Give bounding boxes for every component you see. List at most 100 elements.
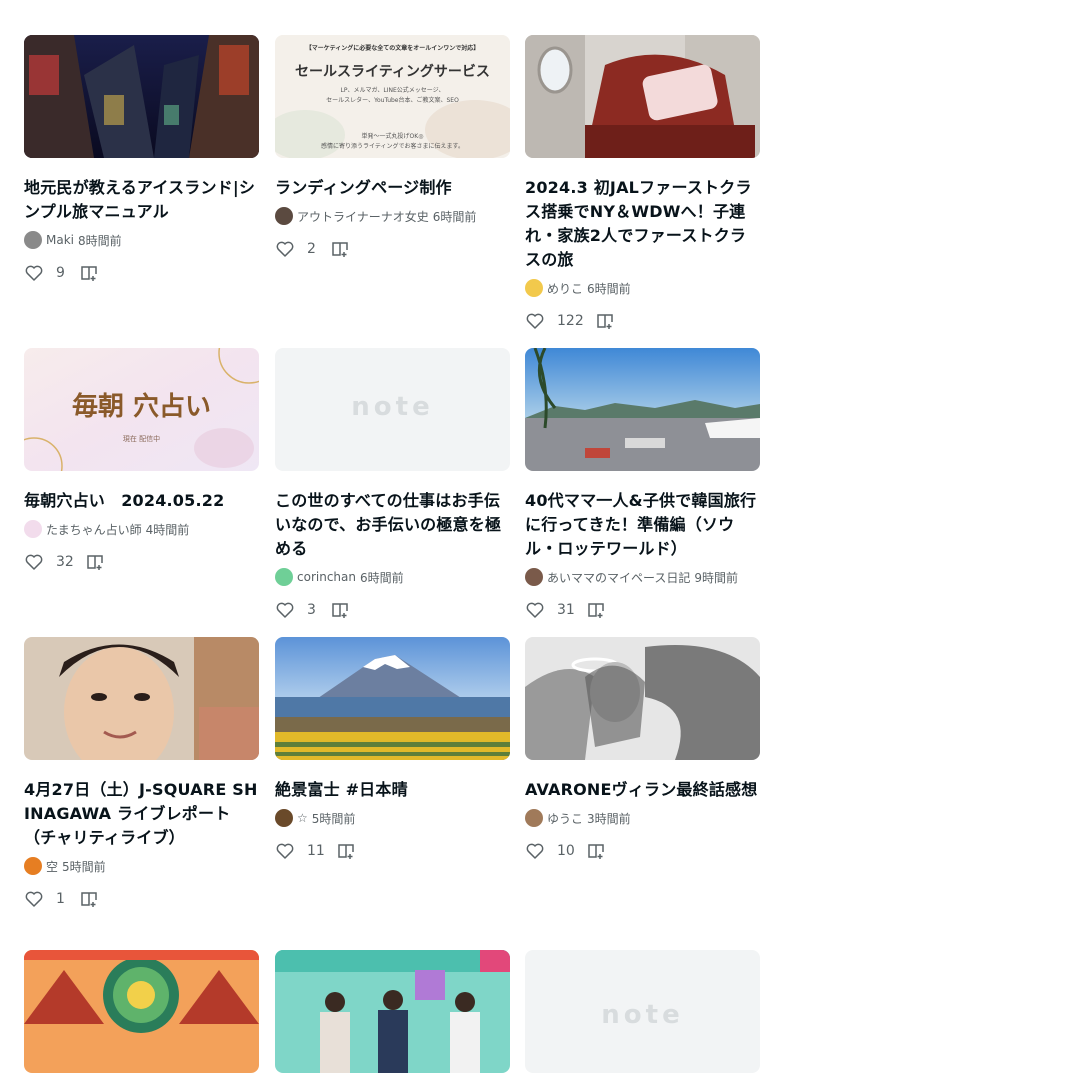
magazine-add-icon[interactable] <box>80 889 100 909</box>
article-title[interactable]: 2024.3 初JALファーストクラス搭乗でNY＆WDWへ！子連れ・家族2人でフ… <box>525 176 760 272</box>
author-name[interactable]: 空 <box>46 858 58 875</box>
magazine-add-icon[interactable] <box>86 552 106 572</box>
author-name[interactable]: アウトライナーナオ女史 <box>297 208 429 225</box>
magazine-add-icon[interactable] <box>587 841 607 861</box>
avatar[interactable] <box>275 207 293 225</box>
airplane-seat-image <box>525 35 760 158</box>
article-thumbnail[interactable]: note <box>275 348 510 471</box>
article-title[interactable]: AVARONEヴィラン最終話感想 <box>525 778 760 802</box>
article-title[interactable]: 毎朝穴占い 2024.05.22 <box>24 489 259 513</box>
article-thumbnail[interactable] <box>525 637 760 760</box>
article-card[interactable]: 毎朝 穴占い 現在 配信中 毎朝穴占い 2024.05.22 たまちゃん占い師 … <box>24 348 259 572</box>
article-card[interactable]: 40代ママ一人&子供で韓国旅行に行ってきた！準備編（ソウル・ロッテワールド） あ… <box>525 348 760 620</box>
avatar[interactable] <box>275 809 293 827</box>
article-thumbnail[interactable]: 【マーケティングに必要な全ての文章をオールインワンで対応】 セールスライティング… <box>275 35 510 158</box>
article-thumbnail[interactable] <box>275 637 510 760</box>
article-author[interactable]: めりこ 6時間前 <box>525 279 760 297</box>
like-count: 31 <box>557 602 575 618</box>
monochrome-illustration-image <box>525 637 760 760</box>
like-count: 2 <box>307 241 316 257</box>
heart-icon[interactable] <box>525 311 545 331</box>
portrait-image <box>24 637 259 760</box>
magazine-add-icon[interactable] <box>337 841 357 861</box>
article-actions: 9 <box>24 263 259 283</box>
article-thumbnail[interactable]: 毎朝 穴占い 現在 配信中 <box>24 348 259 471</box>
article-thumbnail[interactable] <box>24 950 259 1073</box>
article-card[interactable]: 地元民が教えるアイスランド|シンプル旅マニュアル Maki 8時間前 9 <box>24 35 259 283</box>
avatar[interactable] <box>24 520 42 538</box>
post-time: 5時間前 <box>62 859 106 874</box>
avatar[interactable] <box>24 231 42 249</box>
magazine-add-icon[interactable] <box>587 600 607 620</box>
author-name[interactable]: Maki <box>46 233 74 247</box>
article-actions: 122 <box>525 311 760 331</box>
author-name[interactable]: あいママのマイペース日記 <box>547 569 690 586</box>
like-count: 9 <box>56 265 65 281</box>
heart-icon[interactable] <box>24 263 44 283</box>
magazine-add-icon[interactable] <box>331 600 351 620</box>
article-author[interactable]: 空 5時間前 <box>24 857 259 875</box>
article-author[interactable]: corinchan 6時間前 <box>275 568 510 586</box>
article-card[interactable]: 2024.3 初JALファーストクラス搭乗でNY＆WDWへ！子連れ・家族2人でフ… <box>525 35 760 331</box>
author-name[interactable]: たまちゃん占い師 <box>46 521 142 538</box>
article-author[interactable]: たまちゃん占い師 4時間前 <box>24 520 259 538</box>
author-name[interactable]: corinchan <box>297 570 356 584</box>
heart-icon[interactable] <box>275 600 295 620</box>
article-card[interactable] <box>24 950 259 1073</box>
magazine-add-icon[interactable] <box>331 239 351 259</box>
article-actions: 1 <box>24 889 259 909</box>
heart-icon[interactable] <box>525 600 545 620</box>
article-thumbnail[interactable] <box>525 35 760 158</box>
article-card[interactable]: 【マーケティングに必要な全ての文章をオールインワンで対応】 セールスライティング… <box>275 35 510 259</box>
article-title[interactable]: この世のすべての仕事はお手伝いなので、お手伝いの極意を極める <box>275 489 510 561</box>
article-author[interactable]: ☆ 5時間前 <box>275 809 510 827</box>
airport-image <box>525 348 760 471</box>
heart-icon[interactable] <box>525 841 545 861</box>
like-count: 10 <box>557 843 575 859</box>
avatar[interactable] <box>275 568 293 586</box>
article-thumbnail[interactable] <box>525 348 760 471</box>
article-author[interactable]: あいママのマイペース日記 9時間前 <box>525 568 760 586</box>
article-title[interactable]: 4月27日（土）J-SQUARE SHINAGAWA ライブレポート（チャリティ… <box>24 778 259 850</box>
author-name[interactable]: ☆ <box>297 811 308 825</box>
like-count: 3 <box>307 602 316 618</box>
article-thumbnail[interactable] <box>24 35 259 158</box>
author-name[interactable]: めりこ <box>547 280 583 297</box>
thumbnail-tagline: 【マーケティングに必要な全ての文章をオールインワンで対応】 <box>305 45 480 52</box>
magazine-add-icon[interactable] <box>596 311 616 331</box>
author-name[interactable]: ゆうこ <box>547 810 583 827</box>
article-thumbnail[interactable] <box>275 950 510 1073</box>
article-title[interactable]: 地元民が教えるアイスランド|シンプル旅マニュアル <box>24 176 259 224</box>
avatar[interactable] <box>525 279 543 297</box>
article-title[interactable]: ランディングページ制作 <box>275 176 510 200</box>
note-logo-placeholder: note <box>351 392 434 422</box>
article-author[interactable]: ゆうこ 3時間前 <box>525 809 760 827</box>
heart-icon[interactable] <box>24 889 44 909</box>
heart-icon[interactable] <box>275 239 295 259</box>
thumbnail-text: 感情に寄り添うライティングでお客さまに伝えます。 <box>321 143 464 150</box>
heart-icon[interactable] <box>24 552 44 572</box>
post-time: 6時間前 <box>587 281 631 296</box>
article-actions: 11 <box>275 841 510 861</box>
article-author[interactable]: Maki 8時間前 <box>24 231 259 249</box>
heart-icon[interactable] <box>275 841 295 861</box>
article-author[interactable]: アウトライナーナオ女史 6時間前 <box>275 207 510 225</box>
like-count: 11 <box>307 843 325 859</box>
magazine-add-icon[interactable] <box>80 263 100 283</box>
article-card[interactable]: note この世のすべての仕事はお手伝いなので、お手伝いの極意を極める cori… <box>275 348 510 620</box>
article-thumbnail[interactable] <box>24 637 259 760</box>
article-card[interactable]: AVARONEヴィラン最終話感想 ゆうこ 3時間前 10 <box>525 637 760 861</box>
thumbnail-heading: セールスライティングサービス <box>295 64 490 80</box>
article-title[interactable]: 絶景富士 #日本晴 <box>275 778 510 802</box>
avatar[interactable] <box>525 809 543 827</box>
article-card[interactable]: 4月27日（土）J-SQUARE SHINAGAWA ライブレポート（チャリティ… <box>24 637 259 909</box>
article-title[interactable]: 40代ママ一人&子供で韓国旅行に行ってきた！準備編（ソウル・ロッテワールド） <box>525 489 760 561</box>
article-actions: 2 <box>275 239 510 259</box>
article-card[interactable]: 絶景富士 #日本晴 ☆ 5時間前 11 <box>275 637 510 861</box>
avatar[interactable] <box>24 857 42 875</box>
article-card[interactable]: note <box>525 950 760 1073</box>
avatar[interactable] <box>525 568 543 586</box>
article-thumbnail[interactable]: note <box>525 950 760 1073</box>
article-card[interactable] <box>275 950 510 1073</box>
post-time: 6時間前 <box>432 209 477 224</box>
